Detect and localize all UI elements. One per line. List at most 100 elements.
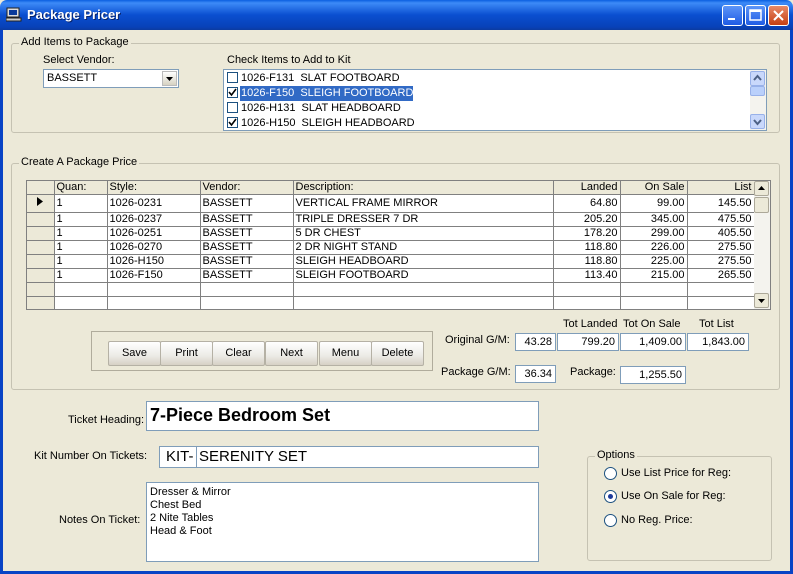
column-header-style[interactable]: Style:: [107, 181, 201, 195]
row-indicator[interactable]: [27, 282, 55, 297]
cell-quan[interactable]: 1: [54, 212, 108, 227]
ticket-heading-input[interactable]: 7-Piece Bedroom Set: [146, 401, 539, 431]
cell-vendor[interactable]: BASSETT: [200, 194, 294, 213]
grid-scroll-down-button[interactable]: [754, 293, 769, 308]
cell-on-sale[interactable]: 215.00: [620, 268, 688, 283]
close-button[interactable]: [768, 5, 789, 26]
clear-button[interactable]: Clear: [212, 341, 265, 366]
cell-landed[interactable]: 205.20: [553, 212, 621, 227]
row-indicator[interactable]: [27, 194, 55, 213]
item-checkbox[interactable]: [227, 102, 238, 113]
cell-on-sale[interactable]: 225.00: [620, 254, 688, 269]
title-bar[interactable]: Package Pricer: [0, 0, 793, 30]
minimize-button[interactable]: [722, 5, 743, 26]
table-row[interactable]: 1 1026-H150 BASSETT SLEIGH HEADBOARD 118…: [27, 254, 755, 269]
cell-empty[interactable]: [553, 296, 621, 309]
cell-landed[interactable]: 118.80: [553, 240, 621, 255]
cell-landed[interactable]: 118.80: [553, 254, 621, 269]
cell-description[interactable]: TRIPLE DRESSER 7 DR: [293, 212, 554, 227]
cell-style[interactable]: 1026-0231: [107, 194, 201, 213]
cell-list[interactable]: 145.50: [687, 194, 755, 213]
dropdown-button[interactable]: [162, 71, 177, 86]
column-header-vendor[interactable]: Vendor:: [200, 181, 294, 195]
list-item[interactable]: 1026-F131 SLAT FOOTBOARD: [224, 71, 747, 86]
cell-empty[interactable]: [293, 296, 554, 309]
on-sale-radio[interactable]: [604, 490, 617, 503]
list-item[interactable]: 1026-H131 SLAT HEADBOARD: [224, 101, 747, 116]
row-indicator[interactable]: [27, 226, 55, 241]
scroll-down-button[interactable]: [750, 114, 765, 129]
grid-scroll-thumb[interactable]: [754, 197, 769, 213]
cell-list[interactable]: 475.50: [687, 212, 755, 227]
cell-empty[interactable]: [200, 296, 294, 309]
kit-number-input[interactable]: SERENITY SET: [196, 447, 307, 467]
cell-style[interactable]: 1026-0237: [107, 212, 201, 227]
cell-quan[interactable]: 1: [54, 194, 108, 213]
table-row[interactable]: 1 1026-0270 BASSETT 2 DR NIGHT STAND 118…: [27, 240, 755, 255]
column-header-quan[interactable]: Quan:: [54, 181, 108, 195]
cell-description[interactable]: 2 DR NIGHT STAND: [293, 240, 554, 255]
row-indicator[interactable]: [27, 268, 55, 283]
cell-description[interactable]: VERTICAL FRAME MIRROR: [293, 194, 554, 213]
row-indicator[interactable]: [27, 254, 55, 269]
column-header-description[interactable]: Description:: [293, 181, 554, 195]
table-row[interactable]: 1 1026-F150 BASSETT SLEIGH FOOTBOARD 113…: [27, 268, 755, 283]
cell-vendor[interactable]: BASSETT: [200, 212, 294, 227]
cell-empty[interactable]: [107, 296, 201, 309]
cell-description[interactable]: SLEIGH FOOTBOARD: [293, 268, 554, 283]
cell-landed[interactable]: 113.40: [553, 268, 621, 283]
cell-landed[interactable]: 64.80: [553, 194, 621, 213]
kit-items-checklist[interactable]: 1026-F131 SLAT FOOTBOARD 1026-F150 SLEIG…: [223, 69, 767, 131]
package-price-input[interactable]: 1,255.50: [620, 366, 686, 384]
cell-list[interactable]: 405.50: [687, 226, 755, 241]
table-row-empty[interactable]: [27, 296, 755, 309]
list-item[interactable]: 1026-H150 SLEIGH HEADBOARD: [224, 116, 747, 130]
cell-empty[interactable]: [687, 296, 755, 309]
item-checkbox[interactable]: [227, 117, 238, 128]
row-indicator[interactable]: [27, 296, 55, 309]
column-header-on-sale[interactable]: On Sale: [620, 181, 688, 195]
cell-empty[interactable]: [200, 282, 294, 297]
cell-vendor[interactable]: BASSETT: [200, 240, 294, 255]
grid-scroll-up-button[interactable]: [754, 181, 769, 196]
delete-button[interactable]: Delete: [371, 341, 424, 366]
cell-empty[interactable]: [620, 296, 688, 309]
cell-style[interactable]: 1026-0251: [107, 226, 201, 241]
row-indicator[interactable]: [27, 212, 55, 227]
cell-quan[interactable]: 1: [54, 240, 108, 255]
table-row-empty[interactable]: [27, 282, 755, 297]
no-reg-price-radio-label[interactable]: No Reg. Price:: [621, 514, 693, 526]
menu-button[interactable]: Menu: [319, 341, 372, 366]
cell-description[interactable]: 5 DR CHEST: [293, 226, 554, 241]
cell-style[interactable]: 1026-H150: [107, 254, 201, 269]
kit-number-field[interactable]: KIT- SERENITY SET: [159, 446, 539, 468]
cell-on-sale[interactable]: 299.00: [620, 226, 688, 241]
cell-vendor[interactable]: BASSETT: [200, 254, 294, 269]
grid-scrollbar[interactable]: [754, 181, 770, 309]
cell-empty[interactable]: [293, 282, 554, 297]
cell-on-sale[interactable]: 345.00: [620, 212, 688, 227]
save-button[interactable]: Save: [108, 341, 161, 366]
cell-empty[interactable]: [107, 282, 201, 297]
cell-empty[interactable]: [620, 282, 688, 297]
cell-on-sale[interactable]: 226.00: [620, 240, 688, 255]
package-grid[interactable]: Quan: Style: Vendor: Description: Landed…: [26, 180, 771, 310]
cell-description[interactable]: SLEIGH HEADBOARD: [293, 254, 554, 269]
cell-list[interactable]: 265.50: [687, 268, 755, 283]
maximize-button[interactable]: [745, 5, 766, 26]
item-checkbox[interactable]: [227, 72, 238, 83]
print-button[interactable]: Print: [160, 341, 213, 366]
on-sale-radio-label[interactable]: Use On Sale for Reg:: [621, 490, 726, 502]
cell-style[interactable]: 1026-0270: [107, 240, 201, 255]
cell-quan[interactable]: 1: [54, 226, 108, 241]
cell-quan[interactable]: 1: [54, 254, 108, 269]
cell-quan[interactable]: 1: [54, 268, 108, 283]
list-price-radio[interactable]: [604, 467, 617, 480]
row-indicator[interactable]: [27, 240, 55, 255]
cell-landed[interactable]: 178.20: [553, 226, 621, 241]
cell-list[interactable]: 275.50: [687, 254, 755, 269]
vendor-select[interactable]: BASSETT: [43, 69, 179, 88]
item-checkbox[interactable]: [227, 87, 238, 98]
cell-list[interactable]: 275.50: [687, 240, 755, 255]
list-item[interactable]: 1026-F150 SLEIGH FOOTBOARD: [224, 86, 747, 101]
